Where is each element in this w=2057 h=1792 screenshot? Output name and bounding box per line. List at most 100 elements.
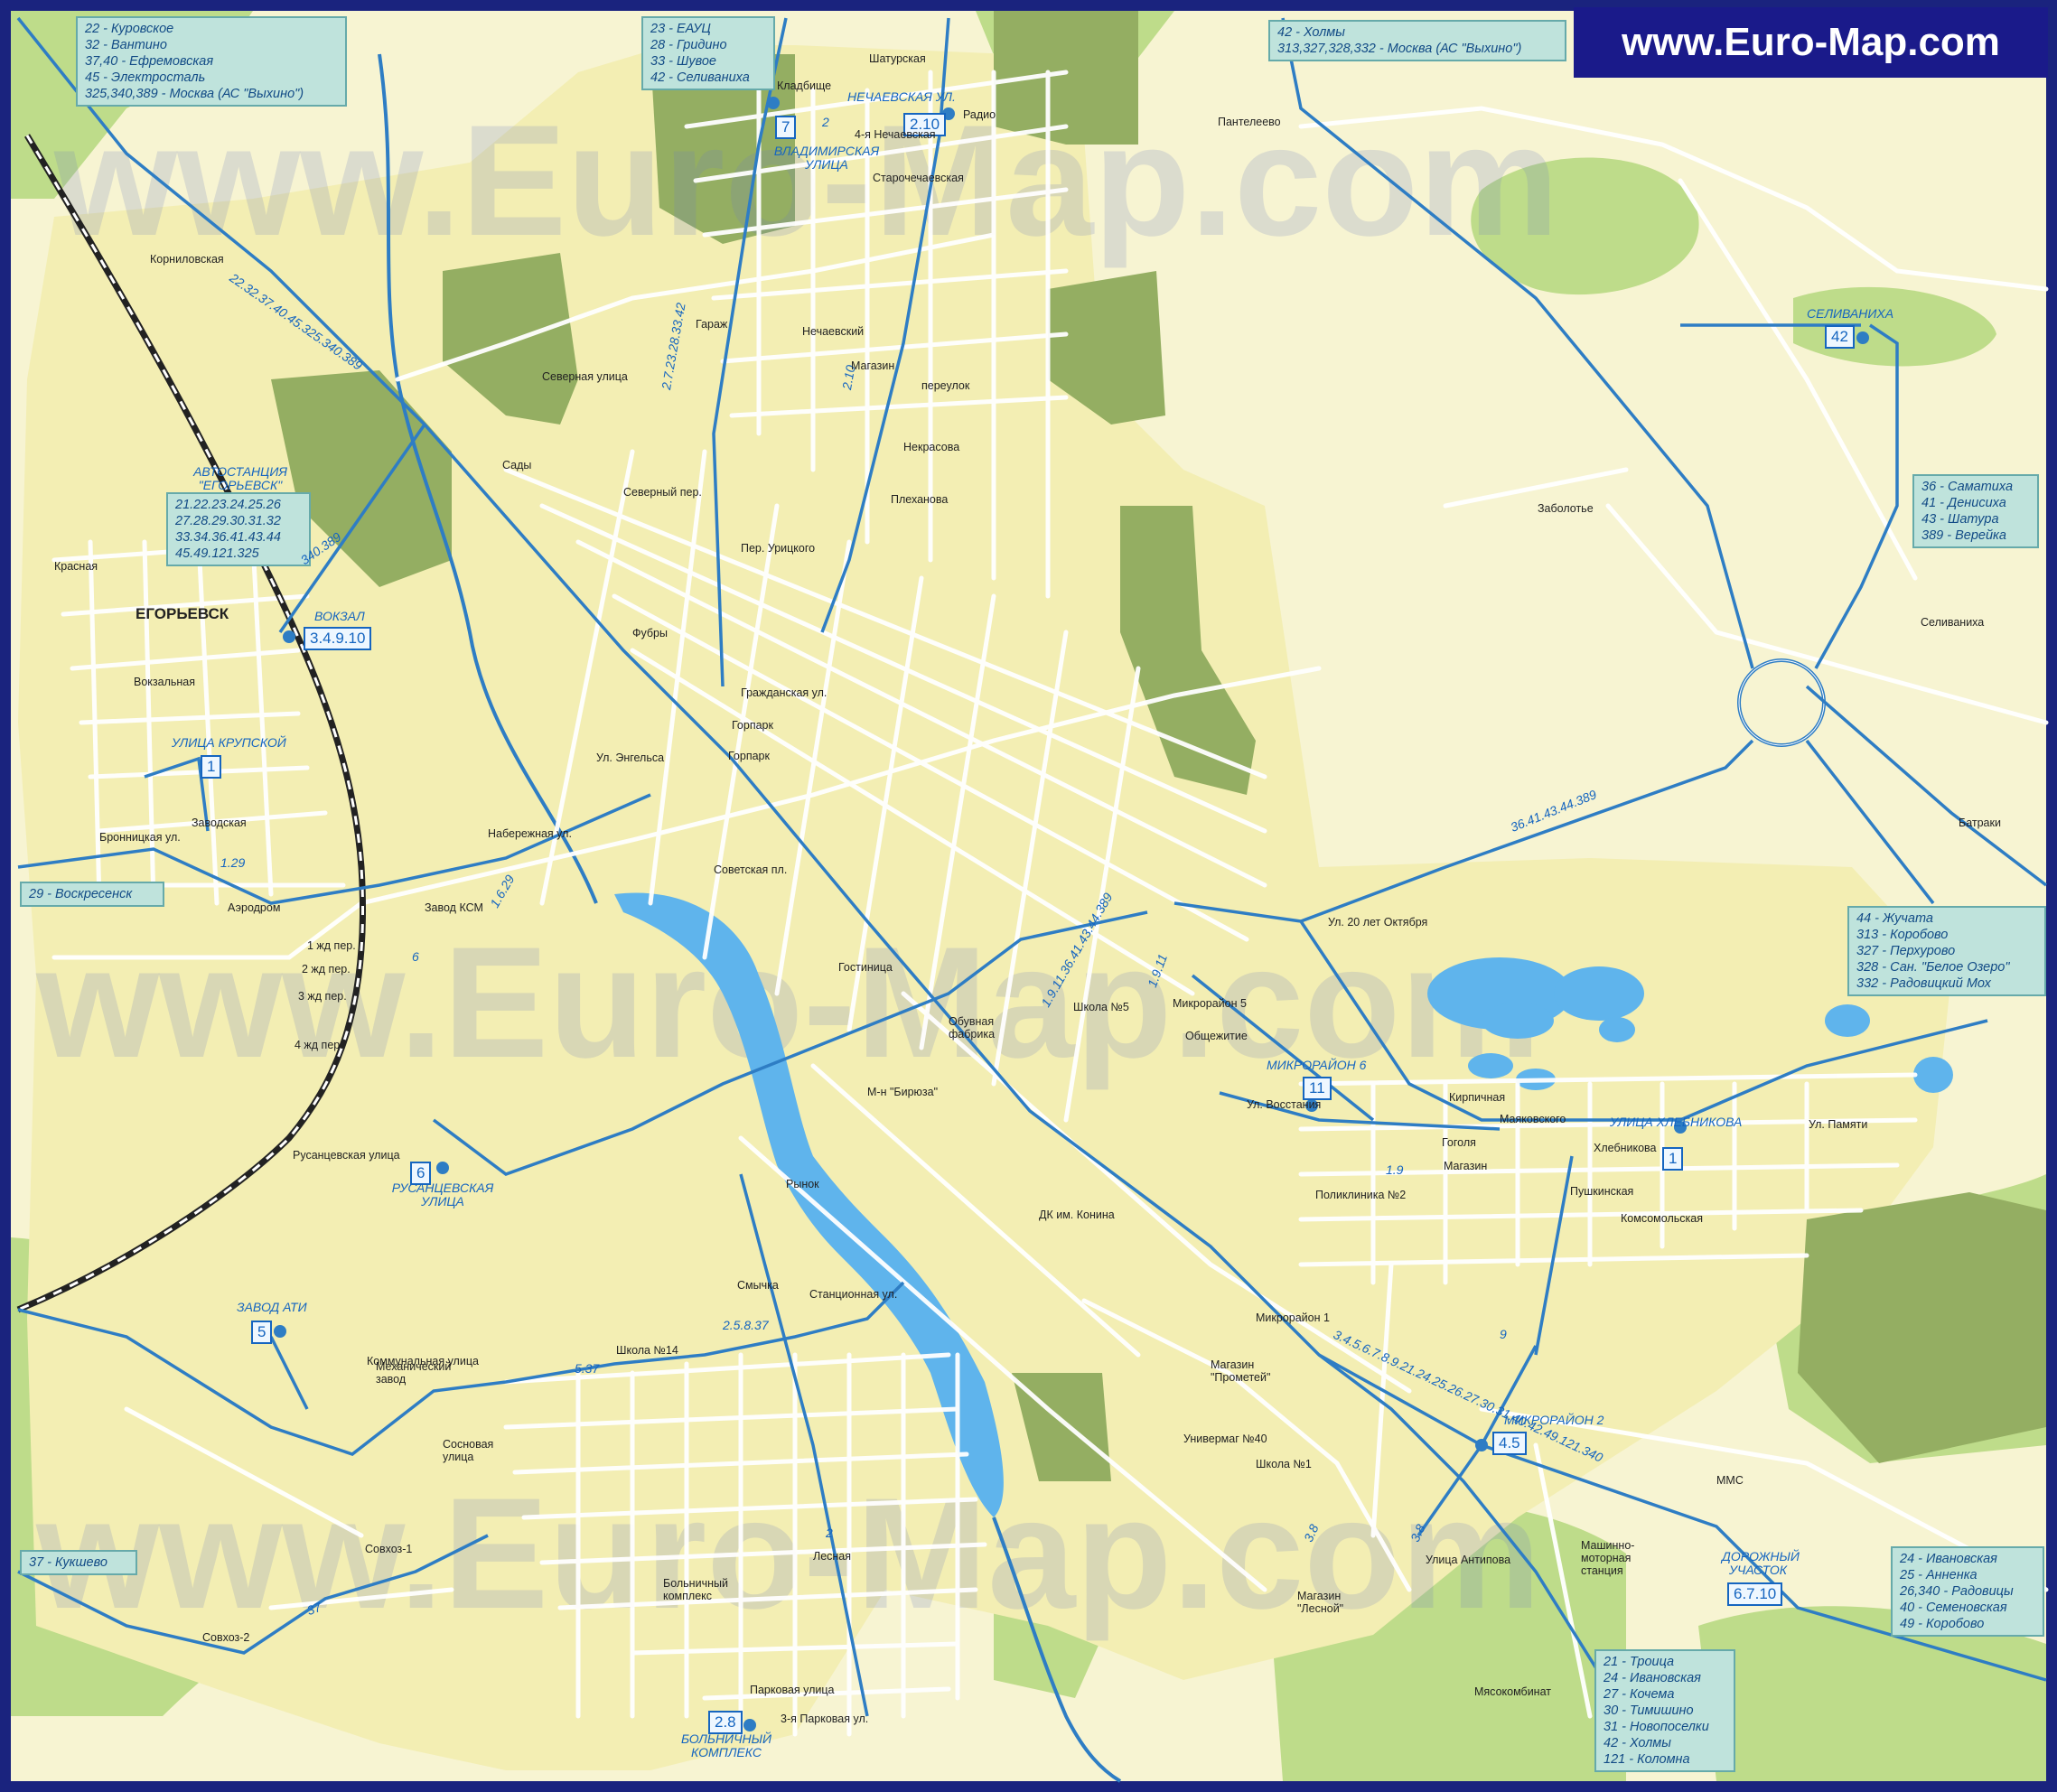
street-label: 4 жд пер. xyxy=(295,1039,343,1051)
route-box-line: 22 - Куровское xyxy=(85,22,174,36)
stop-box-dorozhny[interactable]: 6.7.10 xyxy=(1727,1582,1783,1606)
place-label: Пантелеево xyxy=(1218,116,1281,128)
route-box-line: 30 - Тимишино xyxy=(1604,1703,1694,1718)
route-box-line: 45.49.121.325 xyxy=(175,546,259,561)
route-label: 6 xyxy=(412,949,419,964)
route-label: 2.5.8.37 xyxy=(723,1318,769,1332)
street-label: Ул. Памяти xyxy=(1809,1118,1868,1131)
street-label: Пушкинская xyxy=(1570,1185,1634,1198)
place-label: Пер. Урицкого xyxy=(741,542,816,555)
street-label: Смычка xyxy=(737,1279,779,1292)
street-label: Заводская xyxy=(192,817,247,829)
place-label: Горпарк xyxy=(728,750,770,762)
street-label: Некрасова xyxy=(903,441,960,453)
place-label: Больничный комплекс xyxy=(663,1577,728,1602)
street-label: Кирпичная xyxy=(1449,1091,1506,1104)
route-box-line: 32 - Вантино xyxy=(85,38,167,52)
route-box-west1: 29 - Воскресенск xyxy=(20,882,164,907)
route-box-line: 29 - Воскресенск xyxy=(29,887,133,901)
place-label: Кладбище xyxy=(777,79,832,92)
route-label: 2 xyxy=(826,1526,833,1540)
street-label: Коммунальная улица xyxy=(367,1355,479,1367)
stop-caption-mkr6: МИКРОРАЙОН 6 xyxy=(1267,1058,1367,1072)
stop-box-vokzal[interactable]: 3.4.9.10 xyxy=(304,627,372,650)
stop-dot xyxy=(1856,331,1869,344)
route-box-nw: 22 - Куровское 32 - Вантино 37,40 - Ефремо… xyxy=(76,16,347,107)
place-label: Завод КСМ xyxy=(425,901,483,914)
route-box-line: 43 - Шатура xyxy=(1921,512,1999,527)
street-label: Шатурская xyxy=(869,52,926,65)
street-label: 4-я Нечаевская xyxy=(855,128,936,141)
stop-box-krupskoi[interactable]: 1 xyxy=(201,755,222,779)
route-box-line: 42 - Холмы xyxy=(1277,25,1345,40)
stop-caption-nechaev: НЕЧАЕВСКАЯ УЛ. xyxy=(847,89,956,104)
route-box-south: 21 - Троица 24 - Ивановская 27 - Кочема 30 … xyxy=(1594,1649,1735,1772)
street-label: Набережная ул. xyxy=(488,827,572,840)
place-label: Аэродром xyxy=(228,901,281,914)
route-box-line: 31 - Новопоселки xyxy=(1604,1720,1709,1734)
street-label: переулок xyxy=(921,379,970,392)
street-label: Гражданская ул. xyxy=(741,686,827,699)
route-box-line: 28 - Гридино xyxy=(650,38,727,52)
stop-box-zavod-ati[interactable]: 5 xyxy=(251,1321,273,1344)
place-label: Универмаг №40 xyxy=(1183,1433,1267,1445)
place-label: Гараж xyxy=(696,318,728,331)
city-name-label: ЕГОРЬЕВСК xyxy=(136,605,229,622)
stop-dot xyxy=(283,630,295,643)
place-label: Обувная фабрика xyxy=(949,1015,996,1041)
route-box-avtostanciya: 21.22.23.24.25.26 27.28.29.30.31.32 33.34.… xyxy=(166,492,311,566)
street-label: Ул. 20 лет Октября xyxy=(1328,916,1428,929)
route-label: 2 xyxy=(822,115,829,129)
stop-box-mkr2[interactable]: 4.5 xyxy=(1492,1432,1527,1455)
place-label: Гостиница xyxy=(838,961,893,974)
street-label: Нечаевский xyxy=(802,325,865,338)
place-label: Селиваниха xyxy=(1921,616,1985,629)
place-label: Радио xyxy=(963,108,996,121)
route-box-line: 42 - Селиваниха xyxy=(650,70,750,85)
place-label: Рынок xyxy=(786,1178,819,1190)
street-label: 3-я Парковая ул. xyxy=(781,1713,869,1725)
stop-box-mkr6[interactable]: 11 xyxy=(1303,1077,1332,1100)
place-label: Магазин "Прометей" xyxy=(1211,1358,1271,1384)
stop-box-hlebnikova[interactable]: 1 xyxy=(1662,1147,1684,1171)
route-box-line: 21 - Троица xyxy=(1604,1655,1675,1669)
route-box-line: 389 - Верейка xyxy=(1921,528,2006,543)
place-label: Магазин "Лесной" xyxy=(1297,1590,1344,1615)
street-label: 3 жд пер. xyxy=(298,990,347,1003)
place-label: Мясокомбинат xyxy=(1474,1685,1551,1698)
route-box-se: 24 - Ивановская 25 - Анненка 26,340 - Радо… xyxy=(1891,1546,2044,1637)
route-label: 9 xyxy=(1500,1327,1507,1341)
stop-dot xyxy=(436,1162,449,1174)
place-label: Школа №1 xyxy=(1256,1458,1312,1470)
street-label: 1 жд пер. xyxy=(307,939,356,952)
stop-box-7[interactable]: 7 xyxy=(775,116,797,139)
route-box-line: 24 - Ивановская xyxy=(1900,1552,1997,1566)
route-box-line: 328 - Сан. "Белое Озеро" xyxy=(1856,960,2010,975)
route-box-east-upper: 36 - Саматиха 41 - Денисиха 43 - Шатура 389… xyxy=(1912,474,2039,548)
route-box-line: 21.22.23.24.25.26 xyxy=(175,498,281,512)
place-label: ДК им. Конина xyxy=(1039,1209,1115,1221)
place-label: Сады xyxy=(502,459,532,471)
street-label: Старочечаевская xyxy=(873,172,964,184)
stop-caption-avtostanciya: АВТОСТАНЦИЯ "ЕГОРЬЕВСК" xyxy=(193,464,287,492)
stop-caption-rusancevskaya: РУСАНЦЕВСКАЯ УЛИЦА xyxy=(391,1181,494,1209)
watermark-top: www.Euro-Map.com xyxy=(53,93,1559,269)
route-label: 1.9 xyxy=(1386,1162,1404,1177)
stop-dot xyxy=(767,97,780,109)
city-map[interactable]: www.Euro-Map.com www.Euro-Map.com www.Eu… xyxy=(0,0,2057,1792)
place-label: Батраки xyxy=(1959,817,2001,829)
route-box-line: 121 - Коломна xyxy=(1604,1752,1690,1767)
pond-6 xyxy=(1599,1017,1635,1042)
site-brand[interactable]: www.Euro-Map.com xyxy=(1574,7,2048,78)
street-label: Вокзальная xyxy=(134,676,196,688)
stop-caption-vladimir: ВЛАДИМИРСКАЯ УЛИЦА xyxy=(773,144,880,172)
place-label: Северный пер. xyxy=(623,486,702,499)
route-box-line: 313,327,328,332 - Москва (АС "Выхино") xyxy=(1277,42,1522,56)
stop-dot xyxy=(274,1325,286,1338)
pond-2 xyxy=(1554,966,1644,1021)
stop-box-selivaniha[interactable]: 42 xyxy=(1825,325,1855,349)
street-label: Ул. Восстания xyxy=(1247,1098,1322,1111)
stop-caption-zavod-ati: ЗАВОД АТИ xyxy=(237,1300,307,1314)
street-label: Ул. Энгельса xyxy=(596,751,665,764)
street-label: Гоголя xyxy=(1442,1136,1476,1149)
